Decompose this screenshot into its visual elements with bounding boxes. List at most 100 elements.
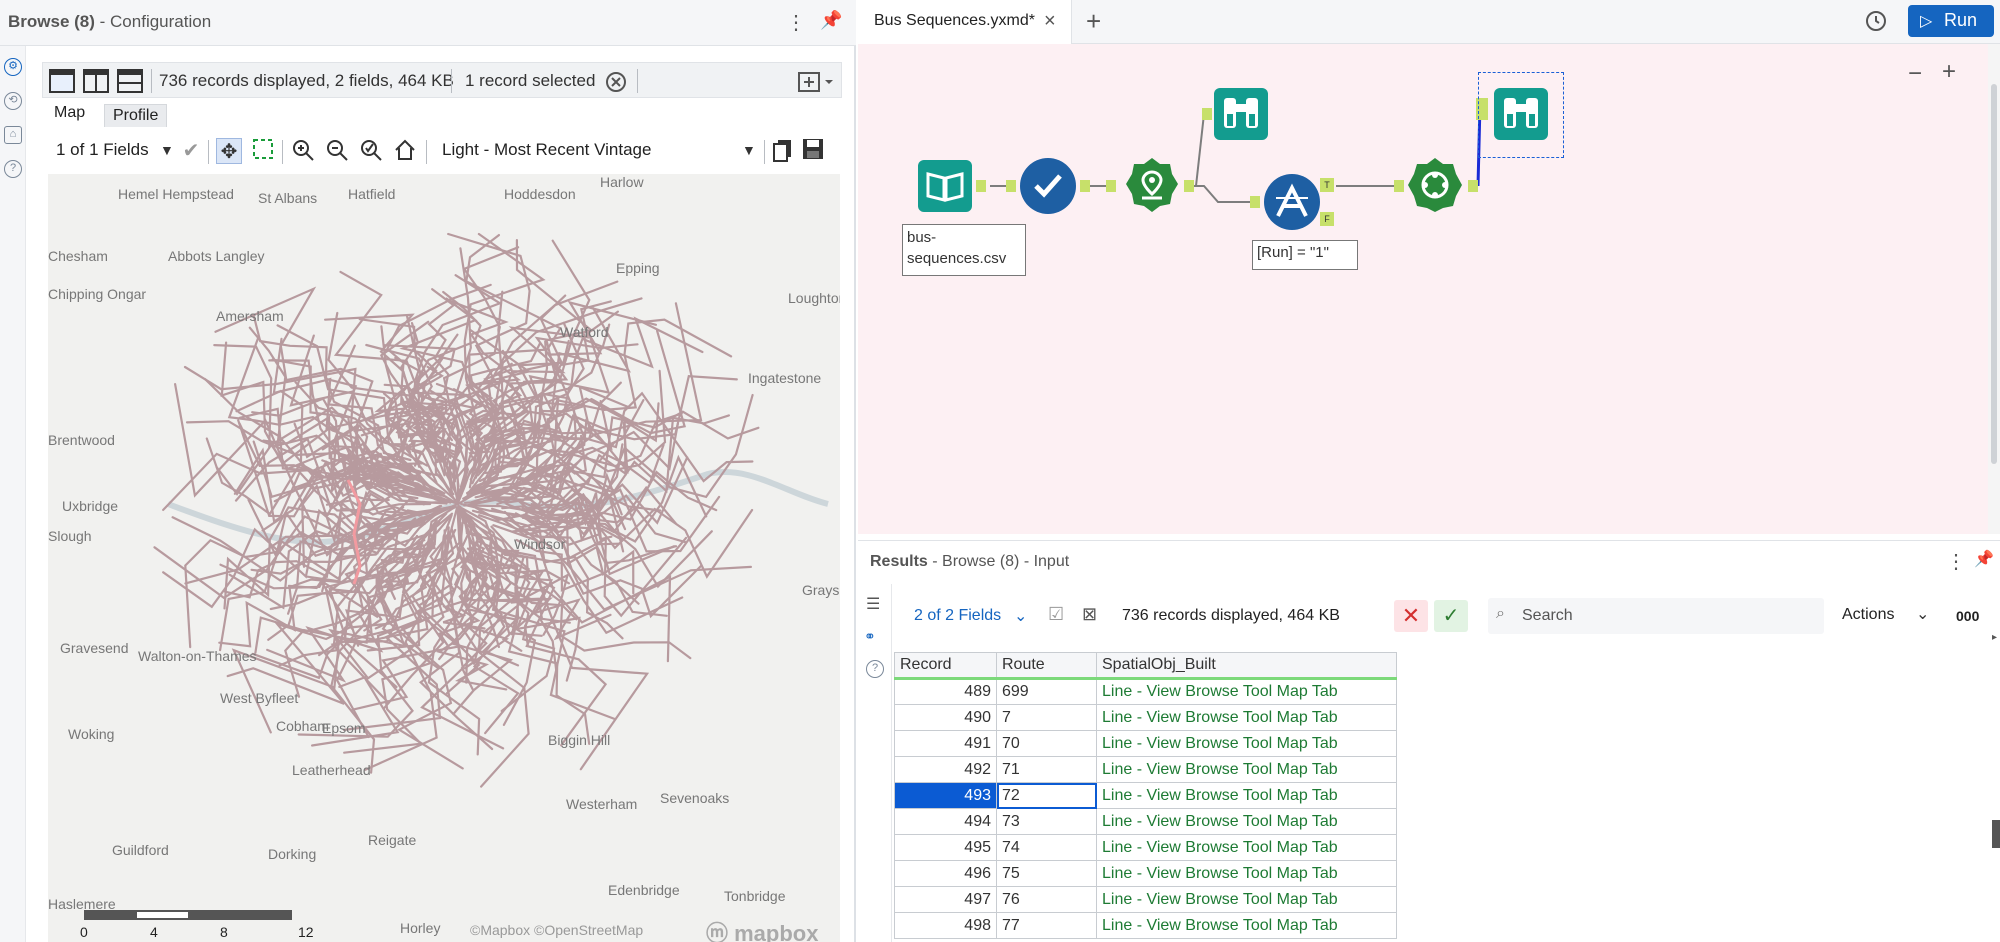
- save-icon[interactable]: [800, 138, 826, 164]
- spatial-cell[interactable]: Line - View Browse Tool Map Tab: [1096, 808, 1397, 835]
- record-cell[interactable]: 489: [894, 678, 997, 705]
- record-cell[interactable]: 492: [894, 756, 997, 783]
- filter-tool-annotation[interactable]: [Run] = "1": [1252, 240, 1358, 270]
- new-tab-icon[interactable]: +: [1086, 6, 1101, 37]
- record-cell[interactable]: 491: [894, 730, 997, 757]
- record-cell[interactable]: 495: [894, 834, 997, 861]
- results-scroll-up-icon[interactable]: ▸: [1992, 632, 1997, 643]
- run-button[interactable]: ▷ Run: [1908, 5, 1994, 37]
- route-cell[interactable]: 70: [996, 730, 1097, 757]
- tab-profile[interactable]: Profile: [104, 104, 168, 127]
- input-anchor[interactable]: [1250, 196, 1260, 208]
- fields-chevron-down-icon[interactable]: ⌄: [1014, 606, 1027, 626]
- actions-button[interactable]: Actions: [1842, 606, 1894, 624]
- poly-build-tool[interactable]: [1406, 156, 1464, 214]
- spatial-cell[interactable]: Line - View Browse Tool Map Tab: [1096, 730, 1397, 757]
- column-header-record[interactable]: Record: [894, 652, 997, 679]
- browse-tool-selected[interactable]: [1494, 88, 1548, 140]
- route-cell[interactable]: 76: [996, 886, 1097, 913]
- canvas-scrollbar[interactable]: [1988, 44, 2000, 534]
- spatial-cell[interactable]: Line - View Browse Tool Map Tab: [1096, 704, 1397, 731]
- binoculars-view-icon[interactable]: ⚭: [864, 628, 876, 645]
- record-cell[interactable]: 490: [894, 704, 997, 731]
- list-view-icon[interactable]: ☰: [866, 594, 880, 614]
- split-horizontal-icon[interactable]: [117, 69, 143, 93]
- results-scrollbar-thumb[interactable]: [1992, 820, 2000, 848]
- results-more-icon[interactable]: ⋮: [1946, 549, 1966, 574]
- spatial-cell[interactable]: Line - View Browse Tool Map Tab: [1096, 860, 1397, 887]
- false-anchor[interactable]: F: [1320, 212, 1334, 226]
- selection-box-icon[interactable]: [250, 138, 276, 164]
- column-header-spatialobj[interactable]: SpatialObj_Built: [1096, 652, 1397, 680]
- close-tab-icon[interactable]: ×: [1044, 10, 1056, 33]
- scrollbar-thumb[interactable]: [1991, 84, 1997, 464]
- spatial-cell[interactable]: Line - View Browse Tool Map Tab: [1096, 912, 1397, 939]
- route-cell[interactable]: 699: [996, 678, 1097, 705]
- pan-tool-icon[interactable]: ✥: [216, 138, 242, 164]
- record-cell[interactable]: 498: [894, 912, 997, 939]
- route-cell[interactable]: 77: [996, 912, 1097, 939]
- input-anchor[interactable]: [1202, 108, 1212, 120]
- help-icon[interactable]: ?: [4, 160, 22, 178]
- check-column-icon[interactable]: ☑: [1048, 604, 1064, 625]
- results-fields-dropdown[interactable]: 2 of 2 Fields: [914, 607, 1001, 625]
- table-row[interactable]: 489 699 Line - View Browse Tool Map Tab: [894, 678, 1397, 705]
- output-anchor[interactable]: [976, 180, 986, 192]
- input-tool-annotation[interactable]: bus- sequences.csv: [902, 224, 1026, 276]
- route-cell[interactable]: 74: [996, 834, 1097, 861]
- input-anchor[interactable]: [1006, 180, 1016, 192]
- chevron-down-icon[interactable]: ▼: [160, 142, 174, 158]
- table-row[interactable]: 495 74 Line - View Browse Tool Map Tab: [894, 834, 1397, 861]
- fields-dropdown[interactable]: 1 of 1 Fields: [56, 136, 176, 164]
- copy-icon[interactable]: [770, 138, 796, 164]
- search-input[interactable]: ⌕ Search: [1488, 598, 1824, 634]
- route-cell[interactable]: 73: [996, 808, 1097, 835]
- select-tool[interactable]: [1020, 158, 1076, 214]
- confirm-icon[interactable]: ✓: [1434, 600, 1468, 632]
- column-header-route[interactable]: Route: [996, 652, 1097, 679]
- zoom-selection-icon[interactable]: [358, 138, 384, 164]
- table-row[interactable]: 497 76 Line - View Browse Tool Map Tab: [894, 886, 1397, 913]
- filter-tool[interactable]: [1264, 174, 1320, 230]
- record-cell[interactable]: 494: [894, 808, 997, 835]
- table-row[interactable]: 494 73 Line - View Browse Tool Map Tab: [894, 808, 1397, 835]
- single-view-icon[interactable]: [49, 69, 75, 93]
- spatial-cell[interactable]: Line - View Browse Tool Map Tab: [1096, 678, 1397, 705]
- output-anchor[interactable]: [1468, 180, 1478, 192]
- spatial-cell[interactable]: Line - View Browse Tool Map Tab: [1096, 886, 1397, 913]
- output-anchor[interactable]: [1080, 180, 1090, 192]
- zoom-out-icon[interactable]: [324, 138, 350, 164]
- tab-map[interactable]: Map: [48, 102, 91, 124]
- pin-icon[interactable]: 📌: [820, 10, 842, 31]
- clear-selection-icon[interactable]: [605, 71, 627, 93]
- route-cell[interactable]: 75: [996, 860, 1097, 887]
- zoom-in-icon[interactable]: [290, 138, 316, 164]
- route-cell[interactable]: 72: [996, 782, 1097, 809]
- browse-tool[interactable]: [1214, 88, 1268, 140]
- add-view-dropdown-icon[interactable]: [797, 71, 837, 93]
- record-cell[interactable]: 493: [894, 782, 997, 809]
- create-points-tool[interactable]: [1124, 156, 1180, 214]
- table-row[interactable]: 491 70 Line - View Browse Tool Map Tab: [894, 730, 1397, 757]
- cancel-icon[interactable]: ✕: [1394, 600, 1428, 632]
- input-anchor[interactable]: [1394, 180, 1404, 192]
- checkmark-icon[interactable]: ✔: [178, 138, 204, 164]
- output-anchor[interactable]: [1184, 180, 1194, 192]
- table-row[interactable]: 496 75 Line - View Browse Tool Map Tab: [894, 860, 1397, 887]
- clear-column-icon[interactable]: ⊠: [1082, 604, 1097, 625]
- route-cell[interactable]: 71: [996, 756, 1097, 783]
- tool-help-icon[interactable]: ⟲: [4, 92, 22, 110]
- tag-icon[interactable]: ⌂: [4, 126, 22, 144]
- record-cell[interactable]: 496: [894, 860, 997, 887]
- more-options-icon[interactable]: ⋮: [786, 10, 806, 35]
- table-row[interactable]: 493 72 Line - View Browse Tool Map Tab: [894, 782, 1397, 809]
- map-attribution[interactable]: ©Mapbox ©OpenStreetMap: [470, 922, 643, 938]
- basemap-dropdown[interactable]: Light - Most Recent Vintage: [442, 136, 752, 164]
- route-cell[interactable]: 7: [996, 704, 1097, 731]
- spatial-cell[interactable]: Line - View Browse Tool Map Tab: [1096, 834, 1397, 861]
- workflow-canvas[interactable]: − + T F bus- sequences.csv [Run] = "1": [858, 44, 1988, 534]
- record-cell[interactable]: 497: [894, 886, 997, 913]
- spatial-cell[interactable]: Line - View Browse Tool Map Tab: [1096, 782, 1397, 809]
- table-row[interactable]: 498 77 Line - View Browse Tool Map Tab: [894, 912, 1397, 939]
- gear-icon[interactable]: ⚙: [4, 58, 22, 76]
